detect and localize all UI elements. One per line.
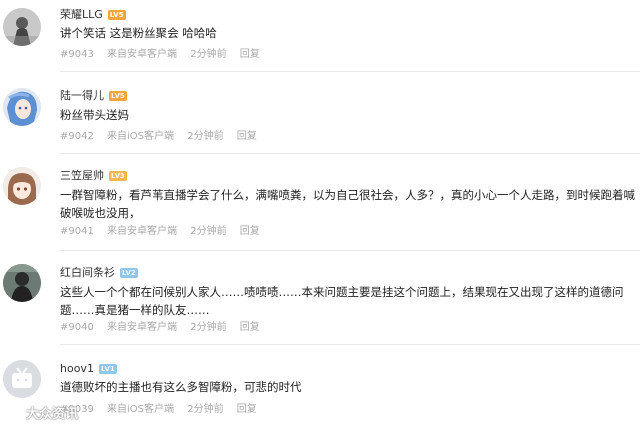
floor-number: #9040 xyxy=(60,322,94,333)
comment-text: 这些人一个个都在问候别人家人……啧啧啧……本来问题主要是挂这个问题上，结果现在又… xyxy=(60,285,624,317)
floor-number: #9041 xyxy=(60,226,94,237)
post-time: 2分钟前 xyxy=(190,322,227,333)
level-badge: LV5 xyxy=(107,10,126,20)
divider xyxy=(60,250,640,251)
client-source: 来自iOS客户端 xyxy=(107,404,175,415)
post-time: 2分钟前 xyxy=(190,226,227,237)
user-avatar[interactable] xyxy=(3,264,41,302)
floor-number: #9043 xyxy=(60,49,94,60)
divider xyxy=(60,344,640,345)
level-badge: LV1 xyxy=(98,364,117,374)
reply-button[interactable]: 回复 xyxy=(240,226,260,237)
client-source: 来自安卓客户端 xyxy=(107,226,178,237)
client-source: 来自安卓客户端 xyxy=(107,49,178,60)
reply-button[interactable]: 回复 xyxy=(237,404,257,415)
level-badge: LV5 xyxy=(109,91,127,101)
post-time: 2分钟前 xyxy=(187,404,224,415)
watermark: 大众资讯 xyxy=(4,403,79,422)
comment-text: 粉丝带头送妈 xyxy=(60,108,129,122)
username[interactable]: 荣耀LLG xyxy=(60,7,103,23)
divider xyxy=(60,71,640,72)
reply-button[interactable]: 回复 xyxy=(240,322,260,333)
client-source: 来自iOS客户端 xyxy=(107,131,175,142)
divider xyxy=(60,153,640,154)
username[interactable]: hoov1 xyxy=(60,361,94,377)
comment-text: 一群智障粉，看芦苇直播学会了什么，满嘴喷粪，以为自己很社会，人多？，真的小心一个… xyxy=(60,188,635,220)
user-avatar[interactable] xyxy=(3,360,41,398)
username[interactable]: 红白间条衫 xyxy=(60,265,115,281)
client-source: 来自安卓客户端 xyxy=(107,322,178,333)
level-badge: LV2 xyxy=(120,268,138,278)
post-time: 2分钟前 xyxy=(190,49,227,60)
reply-button[interactable]: 回复 xyxy=(240,49,260,60)
user-avatar[interactable] xyxy=(3,167,41,205)
comment-text: 讲个笑话 这是粉丝聚会 哈哈哈 xyxy=(60,26,217,40)
post-time: 2分钟前 xyxy=(187,131,224,142)
username[interactable]: 陆一得儿 xyxy=(60,88,104,104)
level-badge: LV3 xyxy=(109,171,127,181)
watermark-text: 大众资讯 xyxy=(26,406,79,422)
comment-text: 道德败坏的主播也有这么多智障粉，可悲的时代 xyxy=(60,380,302,394)
floor-number: #9042 xyxy=(60,131,94,142)
watermark-logo-icon xyxy=(4,404,22,420)
user-avatar[interactable] xyxy=(3,88,41,126)
user-avatar[interactable] xyxy=(3,8,41,46)
reply-button[interactable]: 回复 xyxy=(237,131,257,142)
username[interactable]: 三笠屋帅 xyxy=(60,168,104,184)
